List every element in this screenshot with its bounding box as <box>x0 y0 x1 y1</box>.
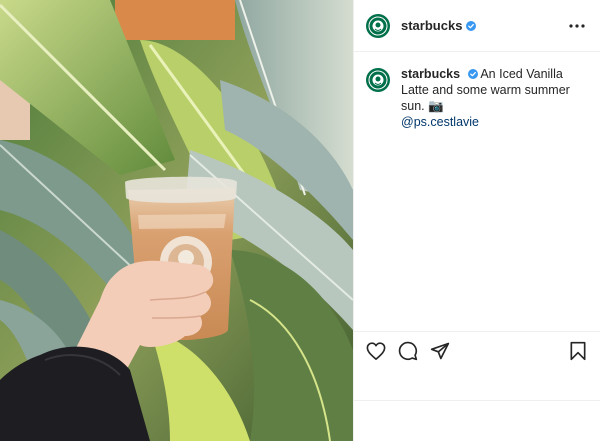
comment-button[interactable] <box>396 339 420 363</box>
like-button[interactable] <box>364 339 388 363</box>
post-photo[interactable] <box>0 0 353 441</box>
panel-divider <box>354 400 600 401</box>
more-options-icon <box>569 23 585 28</box>
avatar[interactable] <box>366 13 390 38</box>
post-side-panel: starbucks starbucks An Iced Vanilla Latt… <box>353 0 600 441</box>
instagram-post: starbucks starbucks An Iced Vanilla Latt… <box>0 0 600 441</box>
starbucks-logo-icon <box>368 16 388 35</box>
verified-badge-icon <box>467 69 478 79</box>
caption-username[interactable]: starbucks <box>401 67 460 81</box>
post-actions-bar <box>354 331 600 369</box>
caption-text-block: starbucks An Iced Vanilla Latte and some… <box>401 66 588 130</box>
post-header: starbucks <box>354 0 600 52</box>
caption-mention-link[interactable]: @ps.cestlavie <box>401 115 479 129</box>
starbucks-logo-icon <box>368 70 388 90</box>
share-button[interactable] <box>428 339 452 363</box>
save-button[interactable] <box>566 339 590 363</box>
post-caption: starbucks An Iced Vanilla Latte and some… <box>366 66 588 130</box>
header-username[interactable]: starbucks <box>401 18 462 33</box>
verified-badge-icon <box>466 20 477 31</box>
more-options-button[interactable] <box>566 15 588 37</box>
comment-icon <box>398 341 418 360</box>
photo-iced-latte-in-hand <box>0 0 353 441</box>
share-icon <box>430 342 450 359</box>
heart-icon <box>366 341 386 360</box>
caption-avatar[interactable] <box>366 68 390 92</box>
bookmark-icon <box>570 341 586 360</box>
